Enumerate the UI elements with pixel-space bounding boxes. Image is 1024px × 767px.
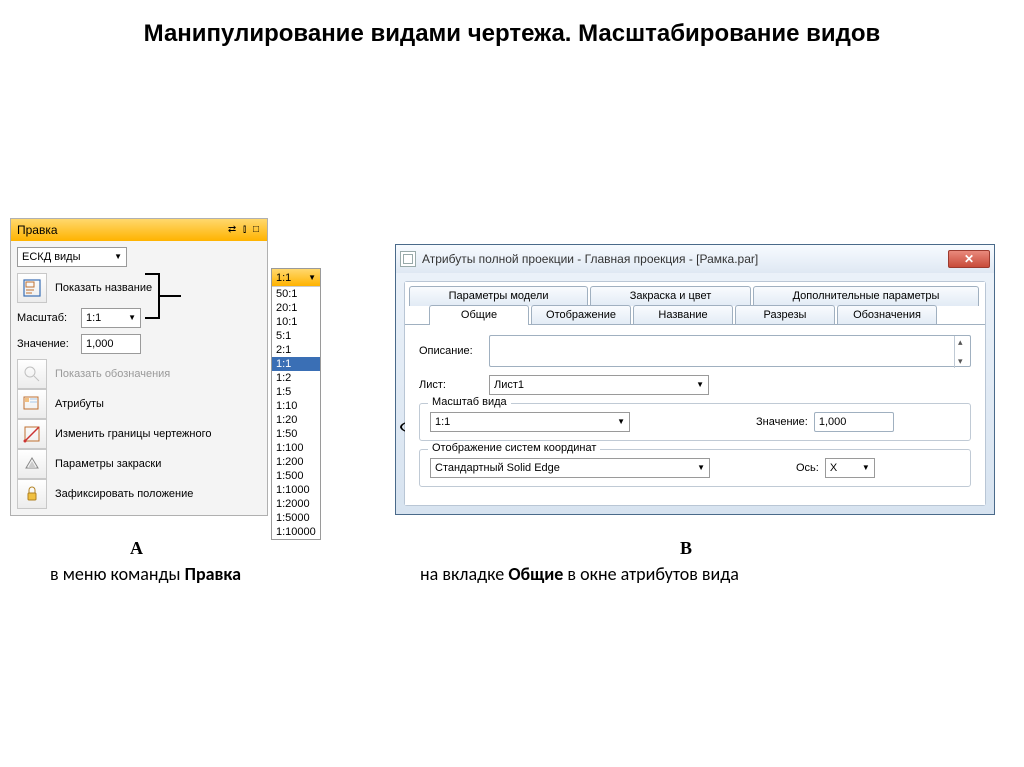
value-label: Значение: <box>17 338 75 350</box>
coord-legend: Отображение систем координат <box>428 442 600 454</box>
show-name-icon[interactable] <box>17 273 47 303</box>
scale-list-item[interactable]: 1:1 <box>272 357 320 371</box>
sheet-label: Лист: <box>419 379 489 391</box>
axis-dropdown[interactable]: X ▼ <box>825 458 875 478</box>
scale-list-item[interactable]: 1:100 <box>272 441 320 455</box>
tab-дополнительные-параметры[interactable]: Дополнительные параметры <box>753 286 979 306</box>
close-button[interactable]: ✕ <box>948 250 990 268</box>
chevron-down-icon: ▼ <box>128 309 136 327</box>
scale-list-item[interactable]: 1:5000 <box>272 511 320 525</box>
coord-fieldset: Отображение систем координат Стандартный… <box>419 449 971 487</box>
caption-b-pre: на вкладке <box>420 563 508 585</box>
fix-position-icon[interactable] <box>17 479 47 509</box>
scale-dropdown[interactable]: 1:1 ▼ <box>81 308 141 328</box>
scale-list-item[interactable]: 1:500 <box>272 469 320 483</box>
tab-параметры-модели[interactable]: Параметры модели <box>409 286 588 306</box>
axis-label: Ось: <box>796 462 819 474</box>
attributes-icon[interactable] <box>17 389 47 419</box>
scale-list-item[interactable]: 5:1 <box>272 329 320 343</box>
dialog-title: Атрибуты полной проекции - Главная проек… <box>422 252 758 266</box>
show-designations-icon <box>17 359 47 389</box>
tab-отображение[interactable]: Отображение <box>531 305 631 325</box>
scale-list-item[interactable]: 1:2000 <box>272 497 320 511</box>
dialog-titlebar: Атрибуты полной проекции - Главная проек… <box>396 245 994 273</box>
tab-разрезы[interactable]: Разрезы <box>735 305 835 325</box>
sheet-dropdown-value: Лист1 <box>494 376 524 394</box>
scale-list-item[interactable]: 1:50 <box>272 427 320 441</box>
scale-list-popup: 1:1 ▼ 50:120:110:15:12:11:11:21:51:101:2… <box>271 268 321 540</box>
tab-общие[interactable]: Общие <box>429 305 529 325</box>
scale-dropdown-value: 1:1 <box>86 309 101 327</box>
bracket-icon <box>145 270 181 322</box>
scale-list-item[interactable]: 10:1 <box>272 315 320 329</box>
scale-list-item[interactable]: 1:10 <box>272 399 320 413</box>
coord-dropdown[interactable]: Стандартный Solid Edge ▼ <box>430 458 710 478</box>
scale-fieldset: Масштаб вида 1:1 ▼ Значение: 1,000 <box>419 403 971 441</box>
attributes-dialog: Атрибуты полной проекции - Главная проек… <box>395 244 995 515</box>
caption-b: на вкладке Общие в окне атрибутов вида <box>420 563 739 585</box>
chevron-down-icon: ▼ <box>617 413 625 431</box>
scale-list-item[interactable]: 1:20 <box>272 413 320 427</box>
dialog-value-text[interactable]: 1,000 <box>814 412 894 432</box>
mode-dropdown[interactable]: ЕСКД виды ▼ <box>17 247 127 267</box>
edit-panel: Правка ⇄ ⫾ □ ЕСКД виды ▼ Показать назван… <box>10 218 268 516</box>
scale-list-item[interactable]: 50:1 <box>272 287 320 301</box>
letter-b: B <box>680 538 692 559</box>
scale-list-item[interactable]: 2:1 <box>272 343 320 357</box>
scale-list-item[interactable]: 20:1 <box>272 301 320 315</box>
chevron-down-icon: ▼ <box>697 459 705 477</box>
tab-обозначения[interactable]: Обозначения <box>837 305 937 325</box>
caption-a-bold: Правка <box>185 563 241 585</box>
description-label: Описание: <box>419 345 489 357</box>
show-name-label: Показать название <box>55 282 152 294</box>
scale-label: Масштаб: <box>17 312 75 324</box>
description-input[interactable] <box>489 335 971 367</box>
show-designations-label: Показать обозначения <box>55 368 170 380</box>
axis-dropdown-value: X <box>830 459 837 477</box>
spinner-icon[interactable] <box>954 336 970 368</box>
scale-list-item[interactable]: 1:200 <box>272 455 320 469</box>
page-title: Манипулирование видами чертежа. Масштаби… <box>0 0 1024 48</box>
edit-panel-header: Правка ⇄ ⫾ □ <box>11 219 267 241</box>
mode-dropdown-value: ЕСКД виды <box>22 248 81 266</box>
coord-dropdown-value: Стандартный Solid Edge <box>435 459 560 477</box>
letter-a: A <box>130 538 143 559</box>
panel-controls-icon[interactable]: ⇄ ⫾ □ <box>228 219 261 241</box>
chevron-down-icon: ▼ <box>114 248 122 266</box>
caption-a-pre: в меню команды <box>50 563 185 585</box>
scale-list-items: 50:120:110:15:12:11:11:21:51:101:201:501… <box>272 287 320 539</box>
change-bounds-icon[interactable] <box>17 419 47 449</box>
attributes-label: Атрибуты <box>55 398 104 410</box>
tab-закраска-и-цвет[interactable]: Закраска и цвет <box>590 286 751 306</box>
scale-list-current-value: 1:1 <box>276 269 291 286</box>
dialog-scale-dropdown[interactable]: 1:1 ▼ <box>430 412 630 432</box>
value-text[interactable]: 1,000 <box>81 334 141 354</box>
fill-params-label: Параметры закраски <box>55 458 161 470</box>
fix-position-label: Зафиксировать положение <box>55 488 193 500</box>
caption-a: в меню команды Правка <box>50 563 241 585</box>
edit-panel-title: Правка <box>17 219 58 241</box>
caption-b-post: в окне атрибутов вида <box>563 563 739 585</box>
chevron-down-icon: ▼ <box>308 269 316 286</box>
tab-content-general: Описание: Лист: Лист1 ▼ Масштаб вида 1:1 <box>405 324 985 505</box>
change-bounds-label: Изменить границы чертежного <box>55 428 211 440</box>
dialog-scale-value: 1:1 <box>435 413 450 431</box>
scale-list-item[interactable]: 1:10000 <box>272 525 320 539</box>
window-icon <box>400 251 416 267</box>
chevron-down-icon: ▼ <box>862 459 870 477</box>
sheet-dropdown[interactable]: Лист1 ▼ <box>489 375 709 395</box>
scale-legend: Масштаб вида <box>428 396 511 408</box>
fill-params-icon[interactable] <box>17 449 47 479</box>
chevron-down-icon: ▼ <box>696 376 704 394</box>
scale-list-item[interactable]: 1:2 <box>272 371 320 385</box>
tab-название[interactable]: Название <box>633 305 733 325</box>
scale-list-item[interactable]: 1:1000 <box>272 483 320 497</box>
scale-list-item[interactable]: 1:5 <box>272 385 320 399</box>
caption-b-bold: Общие <box>508 563 563 585</box>
scale-list-current[interactable]: 1:1 ▼ <box>272 269 320 287</box>
dialog-value-label: Значение: <box>756 416 808 428</box>
